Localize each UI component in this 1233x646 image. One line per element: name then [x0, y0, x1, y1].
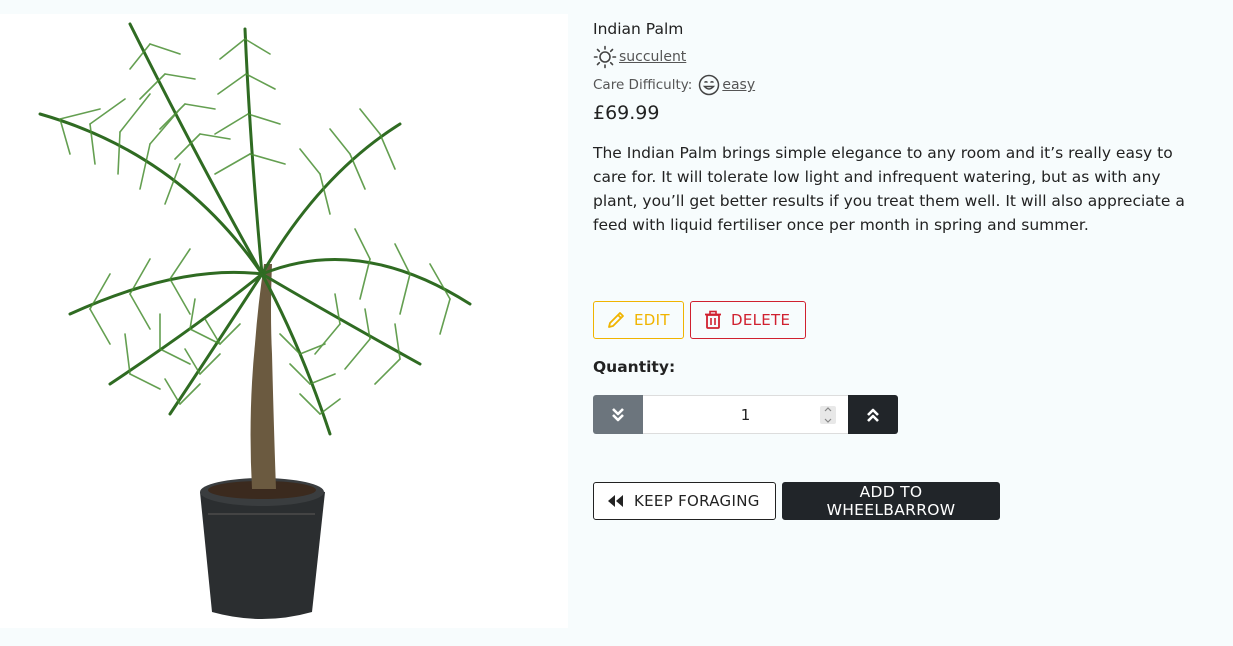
product-price: £69.99 [593, 102, 660, 124]
quantity-value: 1 [740, 406, 751, 424]
chevrons-up-icon [867, 408, 879, 422]
chevrons-down-icon [612, 407, 624, 421]
product-description: The Indian Palm brings simple elegance t… [593, 144, 1185, 234]
increment-button[interactable] [848, 395, 898, 434]
keep-foraging-label: KEEP FORAGING [634, 492, 760, 510]
category-link[interactable]: succulent [619, 49, 686, 65]
care-difficulty-label: Care Difficulty: [593, 77, 693, 93]
backward-icon [608, 495, 623, 507]
add-to-wheelbarrow-button[interactable]: ADD TO WHEELBARROW [782, 482, 1000, 520]
quantity-input[interactable]: 1 [643, 395, 848, 434]
care-difficulty-row: Care Difficulty: easy [593, 72, 1213, 98]
edit-label: EDIT [634, 311, 670, 329]
quantity-stepper: 1 [593, 395, 898, 434]
keep-foraging-button[interactable]: KEEP FORAGING [593, 482, 776, 520]
spin-up-icon [824, 407, 832, 412]
delete-button[interactable]: DELETE [690, 301, 806, 339]
quantity-label: Quantity: [593, 358, 676, 376]
sun-icon [593, 45, 617, 69]
delete-label: DELETE [731, 311, 791, 329]
palm-plant-image [38, 22, 472, 619]
trash-icon [705, 310, 721, 329]
pencil-icon [608, 312, 624, 328]
care-difficulty-link[interactable]: easy [722, 77, 755, 93]
quantity-spinner[interactable] [820, 406, 836, 424]
edit-button[interactable]: EDIT [593, 301, 684, 339]
product-image [0, 14, 568, 628]
product-name: Indian Palm [593, 20, 684, 38]
smile-icon [698, 74, 720, 96]
category-row: succulent [593, 44, 1213, 70]
spin-down-icon [824, 418, 832, 423]
decrement-button[interactable] [593, 395, 643, 434]
add-to-wheelbarrow-label: ADD TO WHEELBARROW [826, 483, 956, 519]
product-details: Indian Palm succulent Care Difficulty: e… [593, 18, 1213, 253]
admin-buttons: EDIT DELETE [593, 301, 806, 339]
action-buttons: KEEP FORAGING ADD TO WHEELBARROW [593, 482, 1000, 520]
